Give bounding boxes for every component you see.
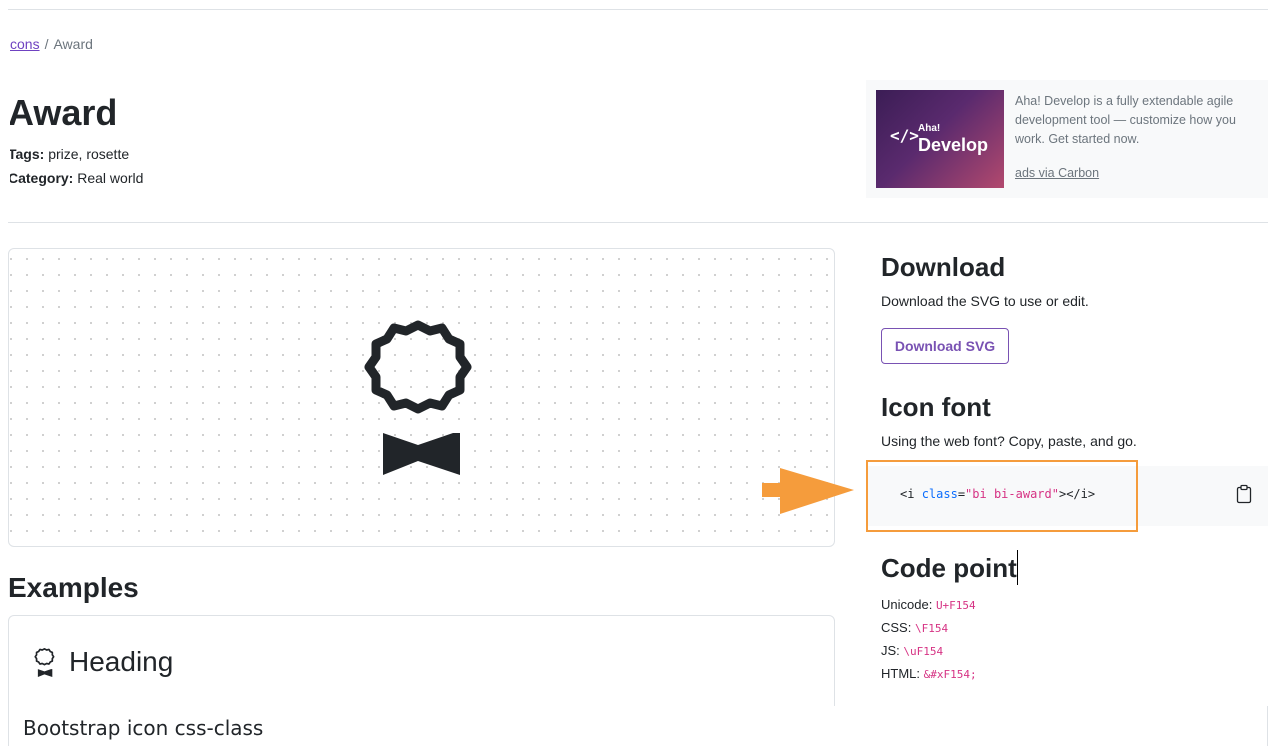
category-label: Category: [10, 170, 74, 186]
download-description: Download the SVG to use or edit. [881, 293, 1089, 309]
download-svg-button[interactable]: Download SVG [881, 328, 1009, 364]
caption: Bootstrap icon css-class [8, 706, 1268, 746]
text-cursor [1017, 550, 1018, 585]
js-value[interactable]: \uF154 [903, 645, 943, 658]
css-value[interactable]: \F154 [915, 622, 948, 635]
unicode-label: Unicode: [881, 597, 933, 612]
download-title: Download [881, 252, 1006, 282]
category-row: Category: Real world [10, 170, 143, 186]
ad-image-aha: Aha! [918, 123, 941, 134]
clipboard-icon [1236, 484, 1252, 504]
breadcrumb: cons / Award [10, 36, 93, 52]
header-divider [8, 222, 1268, 223]
award-icon [34, 648, 55, 677]
ads-via-carbon-link[interactable]: ads via Carbon [1015, 166, 1099, 180]
tags-value: prize, rosette [48, 146, 130, 162]
example-heading-text: Heading [69, 646, 174, 677]
icon-font-title: Icon font [881, 392, 991, 422]
code-glyph: </> [890, 126, 919, 145]
icon-preview [8, 248, 835, 547]
css-label: CSS: [881, 620, 912, 635]
arrow-right-icon [762, 468, 854, 514]
unicode-row: Unicode: U+F154 [881, 597, 976, 612]
unicode-value[interactable]: U+F154 [936, 599, 976, 612]
icon-font-description: Using the web font? Copy, paste, and go. [881, 433, 1137, 449]
copy-button[interactable] [1236, 484, 1252, 504]
html-value[interactable]: &#xF154; [924, 668, 977, 681]
js-label: JS: [881, 643, 900, 658]
icon-header: Award Tags: prize, rosette Category: Rea… [10, 80, 310, 210]
award-icon [364, 320, 472, 475]
ad-image-develop: Develop [918, 135, 989, 155]
breadcrumb-current: Award [53, 36, 93, 52]
html-label: HTML: [881, 666, 920, 681]
breadcrumb-icons-link[interactable]: cons [10, 36, 40, 52]
js-row: JS: \uF154 [881, 643, 943, 658]
examples-title: Examples [8, 572, 139, 603]
examples-box: Heading [8, 615, 835, 717]
breadcrumb-separator: / [44, 36, 49, 52]
top-divider [8, 9, 1268, 10]
tags-row: Tags: prize, rosette [10, 146, 129, 162]
highlight-box [866, 460, 1138, 532]
code-point-title: Code point [881, 553, 1017, 583]
page-title: Award [10, 92, 118, 133]
example-heading: Heading [33, 646, 173, 678]
tags-label: Tags: [10, 146, 45, 162]
ad-image[interactable]: </> Aha! Develop [876, 90, 1004, 188]
category-value: Real world [77, 170, 144, 186]
carbon-ad: </> Aha! Develop Aha! Develop is a fully… [866, 80, 1268, 198]
html-row: HTML: &#xF154; [881, 666, 977, 681]
ad-text[interactable]: Aha! Develop is a fully extendable agile… [1015, 92, 1265, 149]
css-row: CSS: \F154 [881, 620, 948, 635]
